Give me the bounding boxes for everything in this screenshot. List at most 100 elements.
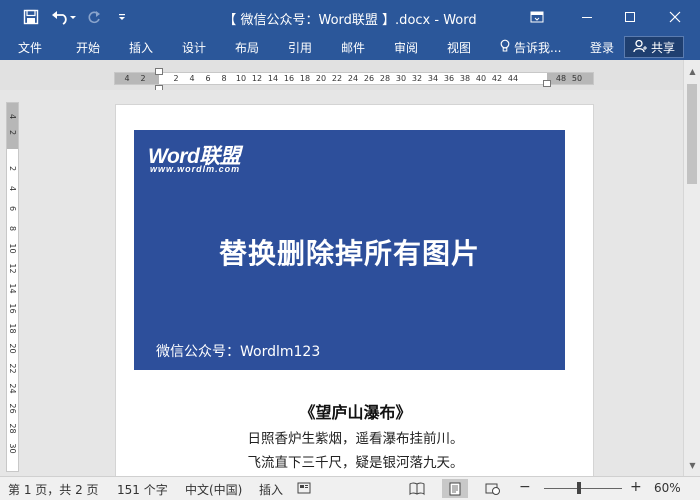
ruler-tick: 22 bbox=[331, 74, 343, 83]
zoom-slider[interactable] bbox=[544, 488, 622, 489]
zoom-in-button[interactable]: + bbox=[630, 479, 642, 495]
ruler-tick: 26 bbox=[8, 403, 17, 414]
ribbon-display-options-icon[interactable] bbox=[524, 5, 550, 29]
share-button[interactable]: 共享 bbox=[624, 36, 684, 58]
ruler-tick: 26 bbox=[363, 74, 375, 83]
tab-layout[interactable]: 布局 bbox=[235, 39, 259, 56]
tell-me-search[interactable]: 告诉我... bbox=[500, 39, 561, 56]
macro-record-icon[interactable] bbox=[296, 480, 312, 499]
ruler-tick: 30 bbox=[395, 74, 407, 83]
ruler-tick: 20 bbox=[315, 74, 327, 83]
ruler-tick: 30 bbox=[8, 443, 17, 454]
tell-me-label: 告诉我... bbox=[514, 41, 562, 55]
ruler-tick: 40 bbox=[475, 74, 487, 83]
ruler-tick: 2 bbox=[140, 74, 146, 83]
ruler-tick: 16 bbox=[283, 74, 295, 83]
print-layout-icon[interactable] bbox=[442, 479, 468, 498]
ruler-tick: 4 bbox=[8, 113, 17, 120]
vertical-scrollbar[interactable]: ▲ ▼ bbox=[683, 60, 700, 476]
logo-url: www.wordlm.com bbox=[150, 164, 241, 174]
undo-icon[interactable] bbox=[50, 7, 78, 27]
ruler-tick: 2 bbox=[173, 74, 179, 83]
window-title: 【 微信公众号：Word联盟 】.docx - Word bbox=[223, 13, 477, 28]
ruler-tick: 12 bbox=[8, 263, 17, 274]
ruler-tick: 38 bbox=[459, 74, 471, 83]
ruler-tick: 4 bbox=[189, 74, 195, 83]
tab-references[interactable]: 引用 bbox=[288, 39, 312, 56]
ruler-tick: 22 bbox=[8, 363, 17, 374]
ruler-tick: 2 bbox=[8, 165, 17, 172]
read-mode-icon[interactable] bbox=[404, 479, 430, 498]
ruler-tick: 20 bbox=[8, 343, 17, 354]
tab-mailings[interactable]: 邮件 bbox=[341, 39, 365, 56]
ruler-tick: 50 bbox=[571, 74, 583, 83]
ruler-tick: 44 bbox=[507, 74, 519, 83]
insert-mode[interactable]: 插入 bbox=[259, 481, 283, 498]
title-bar: 【 微信公众号：Word联盟 】.docx - Word bbox=[0, 0, 700, 34]
ruler-tick: 28 bbox=[8, 423, 17, 434]
lightbulb-icon bbox=[500, 39, 510, 56]
tab-view[interactable]: 视图 bbox=[447, 39, 471, 56]
right-margin-zone bbox=[547, 73, 593, 84]
word-count[interactable]: 151 个字 bbox=[117, 481, 168, 498]
ruler-tick: 4 bbox=[8, 185, 17, 192]
minimize-icon[interactable] bbox=[574, 5, 600, 29]
close-icon[interactable] bbox=[662, 5, 688, 29]
tab-file[interactable]: 文件 bbox=[18, 39, 42, 56]
first-line-indent-marker[interactable] bbox=[155, 68, 163, 75]
document-canvas[interactable]: Word联盟 www.wordlm.com 替换删除掉所有图片 微信公众号：Wo… bbox=[22, 90, 683, 476]
page-count[interactable]: 第 1 页，共 2 页 bbox=[8, 481, 99, 498]
ruler-tick: 18 bbox=[299, 74, 311, 83]
ribbon-tabs: 文件 开始 插入 设计 布局 引用 邮件 审阅 视图 告诉我... 登录 共享 bbox=[0, 34, 700, 60]
document-page[interactable]: Word联盟 www.wordlm.com 替换删除掉所有图片 微信公众号：Wo… bbox=[115, 104, 594, 476]
ruler-tick: 18 bbox=[8, 323, 17, 334]
tab-design[interactable]: 设计 bbox=[182, 39, 206, 56]
zoom-out-button[interactable]: − bbox=[519, 479, 531, 495]
ruler-tick: 10 bbox=[235, 74, 247, 83]
language-indicator[interactable]: 中文(中国) bbox=[185, 481, 242, 498]
top-margin-zone bbox=[7, 103, 18, 149]
banner-image[interactable]: Word联盟 www.wordlm.com 替换删除掉所有图片 微信公众号：Wo… bbox=[134, 130, 565, 370]
vertical-ruler[interactable]: 4 2 2 4 6 8 10 12 14 16 18 20 22 24 26 2… bbox=[6, 102, 19, 472]
zoom-slider-thumb[interactable] bbox=[577, 482, 581, 494]
right-indent-marker[interactable] bbox=[543, 80, 551, 87]
scroll-down-icon[interactable]: ▼ bbox=[684, 458, 700, 472]
status-bar: 第 1 页，共 2 页 151 个字 中文(中国) 插入 − + 60% bbox=[0, 476, 700, 500]
ruler-tick: 10 bbox=[8, 243, 17, 254]
ruler-tick: 14 bbox=[267, 74, 279, 83]
customize-qat-icon[interactable] bbox=[114, 7, 130, 27]
ruler-tick: 42 bbox=[491, 74, 503, 83]
horizontal-ruler[interactable]: 4 2 2 4 6 8 10 12 14 16 18 20 22 24 26 2… bbox=[114, 72, 594, 85]
ruler-tick: 2 bbox=[8, 129, 17, 136]
tab-insert[interactable]: 插入 bbox=[129, 39, 153, 56]
tab-review[interactable]: 审阅 bbox=[394, 39, 418, 56]
scroll-thumb[interactable] bbox=[687, 84, 697, 184]
ruler-tick: 34 bbox=[427, 74, 439, 83]
zoom-level[interactable]: 60% bbox=[654, 481, 681, 495]
ruler-tick: 32 bbox=[411, 74, 423, 83]
web-layout-icon[interactable] bbox=[480, 479, 506, 498]
tab-home[interactable]: 开始 bbox=[76, 39, 100, 56]
ruler-tick: 24 bbox=[347, 74, 359, 83]
ruler-tick: 16 bbox=[8, 303, 17, 314]
login-link[interactable]: 登录 bbox=[590, 39, 614, 56]
ruler-tick: 12 bbox=[251, 74, 263, 83]
maximize-icon[interactable] bbox=[617, 5, 643, 29]
ruler-tick: 4 bbox=[124, 74, 130, 83]
ruler-tick: 36 bbox=[443, 74, 455, 83]
poem-line: 飞流直下三千尺，疑是银河落九天。 bbox=[247, 455, 464, 471]
banner-title: 替换删除掉所有图片 bbox=[218, 237, 480, 270]
poem-title: 《望庐山瀑布》 bbox=[299, 403, 412, 422]
ruler-tick: 6 bbox=[8, 205, 17, 212]
ruler-tick: 28 bbox=[379, 74, 391, 83]
left-margin-zone bbox=[115, 73, 159, 84]
redo-icon[interactable] bbox=[84, 7, 104, 27]
ruler-tick: 48 bbox=[555, 74, 567, 83]
share-label: 共享 bbox=[650, 40, 675, 55]
ruler-tick: 8 bbox=[221, 74, 227, 83]
banner-subtitle: 微信公众号：Wordlm123 bbox=[156, 344, 321, 360]
save-icon[interactable] bbox=[20, 7, 42, 27]
poem-line: 日照香炉生紫烟，遥看瀑布挂前川。 bbox=[247, 431, 464, 447]
ruler-tick: 8 bbox=[8, 225, 17, 232]
scroll-up-icon[interactable]: ▲ bbox=[684, 64, 700, 78]
